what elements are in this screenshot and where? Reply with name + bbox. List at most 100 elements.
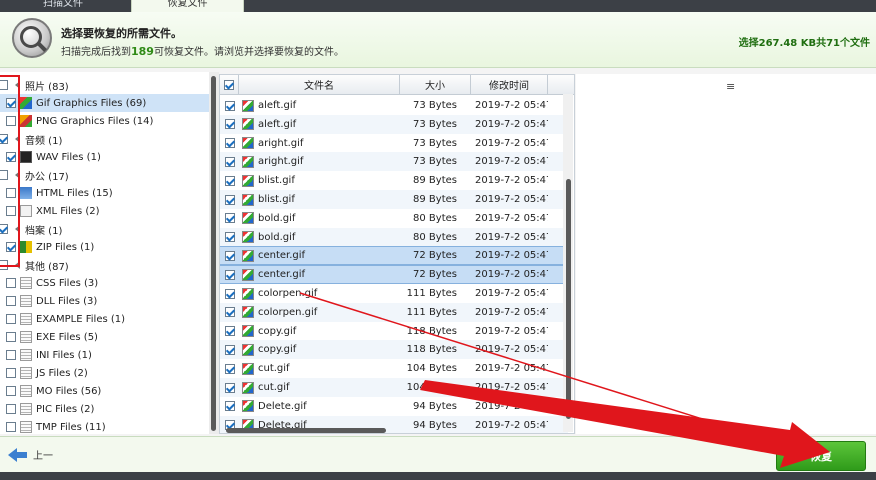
file-row-checkbox-cell[interactable] bbox=[220, 138, 239, 149]
file-row-checkbox[interactable] bbox=[224, 288, 235, 299]
file-row-checkbox[interactable] bbox=[224, 401, 235, 412]
file-row-checkbox[interactable] bbox=[224, 213, 235, 224]
zip-file-icon bbox=[20, 241, 32, 253]
file-row-checkbox-cell[interactable] bbox=[220, 100, 239, 111]
file-row-checkbox-cell[interactable] bbox=[220, 382, 239, 393]
file-row-checkbox-cell[interactable] bbox=[220, 307, 239, 318]
file-row[interactable]: blist.gif 89 Bytes 2019-7-2 05:47:36 bbox=[220, 190, 568, 209]
tree-category-row[interactable]: 照片 (83) bbox=[0, 76, 210, 94]
tree-checkbox[interactable] bbox=[6, 368, 16, 378]
tree-filetype-row[interactable]: WAV Files (1) bbox=[0, 148, 210, 166]
file-row-checkbox-cell[interactable] bbox=[220, 232, 239, 243]
tree-filetype-row[interactable]: TMP Files (11) bbox=[0, 418, 210, 434]
recover-button[interactable]: 恢复 bbox=[776, 441, 866, 471]
column-header-name[interactable]: 文件名 bbox=[239, 75, 400, 94]
file-row[interactable]: aleft.gif 73 Bytes 2019-7-2 05:47:35 bbox=[220, 96, 568, 115]
file-row-checkbox[interactable] bbox=[224, 326, 235, 337]
file-row-checkbox[interactable] bbox=[224, 250, 235, 261]
tree-checkbox[interactable] bbox=[6, 314, 16, 324]
file-row-checkbox[interactable] bbox=[224, 232, 235, 243]
file-modified: 2019-7-2 05:47:35 bbox=[475, 400, 548, 412]
file-list-horizontal-scrollbar[interactable] bbox=[226, 428, 386, 433]
file-row-checkbox[interactable] bbox=[224, 175, 235, 186]
file-row-checkbox[interactable] bbox=[224, 382, 235, 393]
tree-filetype-row[interactable]: PIC Files (2) bbox=[0, 400, 210, 418]
file-row[interactable]: colorpen.gif 111 Bytes 2019-7-2 05:47:36 bbox=[220, 302, 568, 322]
tab-recover-files[interactable]: 恢复文件 bbox=[131, 0, 244, 12]
file-row[interactable]: cut.gif 104 Bytes 2019-7-2 05:47:35 bbox=[220, 359, 568, 378]
file-row-checkbox-cell[interactable] bbox=[220, 401, 239, 412]
tree-filetype-row[interactable]: Gif Graphics Files (69) bbox=[0, 94, 210, 112]
tree-filetype-row[interactable]: INI Files (1) bbox=[0, 346, 210, 364]
header-select-all[interactable] bbox=[220, 75, 239, 94]
file-list-scrollbar[interactable] bbox=[563, 94, 573, 432]
file-row-checkbox[interactable] bbox=[224, 138, 235, 149]
tree-category-row[interactable]: 办公 (17) bbox=[0, 166, 210, 184]
tree-scrollbar-thumb[interactable] bbox=[211, 76, 216, 431]
file-row[interactable]: copy.gif 118 Bytes 2019-7-2 05:47:35 bbox=[220, 322, 568, 341]
file-row-checkbox[interactable] bbox=[224, 307, 235, 318]
file-list-scrollbar-thumb[interactable] bbox=[566, 179, 571, 419]
column-header-modified[interactable]: 修改时间 bbox=[471, 75, 548, 94]
preview-align-icon[interactable]: ≡ bbox=[726, 80, 736, 93]
file-row-checkbox[interactable] bbox=[224, 269, 235, 280]
file-row-checkbox[interactable] bbox=[224, 119, 235, 130]
file-row[interactable]: bold.gif 80 Bytes 2019-7-2 05:47:35 bbox=[220, 209, 568, 228]
tree-category-row[interactable]: 音频 (1) bbox=[0, 130, 210, 148]
file-row-checkbox-cell[interactable] bbox=[220, 175, 239, 186]
file-row-checkbox-cell[interactable] bbox=[220, 213, 239, 224]
tree-checkbox[interactable] bbox=[6, 350, 16, 360]
file-row[interactable]: center.gif 72 Bytes 2019-7-2 05:47:35 bbox=[220, 246, 568, 266]
file-row-checkbox[interactable] bbox=[224, 194, 235, 205]
back-button[interactable]: 上一 bbox=[8, 447, 53, 462]
file-row[interactable]: aleft.gif 73 Bytes 2019-7-2 05:47:36 bbox=[220, 114, 568, 134]
tree-checkbox[interactable] bbox=[6, 278, 16, 288]
file-row[interactable]: colorpen.gif 111 Bytes 2019-7-2 05:47:35 bbox=[220, 284, 568, 303]
tree-checkbox[interactable] bbox=[6, 296, 16, 306]
tree-filetype-row[interactable]: MO Files (56) bbox=[0, 382, 210, 400]
file-row-checkbox-cell[interactable] bbox=[220, 119, 239, 130]
tree-filetype-row[interactable]: EXAMPLE Files (1) bbox=[0, 310, 210, 328]
tree-category-row[interactable]: 其他 (87) bbox=[0, 256, 210, 274]
file-row[interactable]: cut.gif 104 Bytes 2019-7-2 05:47:36 bbox=[220, 378, 568, 397]
file-row[interactable]: bold.gif 80 Bytes 2019-7-2 05:47:36 bbox=[220, 227, 568, 247]
tree-scrollbar[interactable] bbox=[209, 72, 219, 434]
tab-scan-files[interactable]: 扫描文件 bbox=[18, 0, 108, 12]
file-row-checkbox-cell[interactable] bbox=[220, 326, 239, 337]
tree-checkbox[interactable] bbox=[6, 422, 16, 432]
file-row[interactable]: copy.gif 118 Bytes 2019-7-2 05:47:36 bbox=[220, 340, 568, 360]
tree-checkbox[interactable] bbox=[6, 332, 16, 342]
tree-filetype-row[interactable]: HTML Files (15) bbox=[0, 184, 210, 202]
column-header-size[interactable]: 大小 bbox=[400, 75, 471, 94]
select-all-checkbox[interactable] bbox=[224, 79, 234, 90]
file-row-checkbox-cell[interactable] bbox=[220, 269, 239, 280]
tree-filetype-row[interactable]: CSS Files (3) bbox=[0, 274, 210, 292]
file-row-checkbox-cell[interactable] bbox=[220, 363, 239, 374]
file-row[interactable]: center.gif 72 Bytes 2019-7-2 05:47:36 bbox=[220, 265, 568, 285]
file-row[interactable]: Delete.gif 94 Bytes 2019-7-2 05:47:35 bbox=[220, 397, 568, 416]
tree-filetype-row[interactable]: DLL Files (3) bbox=[0, 292, 210, 310]
file-row[interactable]: aright.gif 73 Bytes 2019-7-2 05:47:36 bbox=[220, 152, 568, 172]
file-row-checkbox[interactable] bbox=[224, 156, 235, 167]
file-row-checkbox-cell[interactable] bbox=[220, 288, 239, 299]
tree-filetype-row[interactable]: PNG Graphics Files (14) bbox=[0, 112, 210, 130]
file-row-checkbox[interactable] bbox=[224, 344, 235, 355]
file-modified: 2019-7-2 05:47:35 bbox=[475, 212, 548, 224]
file-row-checkbox[interactable] bbox=[224, 100, 235, 111]
file-name-cell: aright.gif bbox=[239, 137, 400, 150]
file-row-checkbox-cell[interactable] bbox=[220, 156, 239, 167]
tree-filetype-row[interactable]: JS Files (2) bbox=[0, 364, 210, 382]
tree-checkbox[interactable] bbox=[6, 404, 16, 414]
file-row[interactable]: blist.gif 89 Bytes 2019-7-2 05:47:35 bbox=[220, 171, 568, 190]
file-row-checkbox-cell[interactable] bbox=[220, 250, 239, 261]
file-row-checkbox-cell[interactable] bbox=[220, 194, 239, 205]
tree-category-row[interactable]: 档案 (1) bbox=[0, 220, 210, 238]
file-modified: 2019-7-2 05:47:36 bbox=[475, 118, 548, 130]
tree-filetype-row[interactable]: XML Files (2) bbox=[0, 202, 210, 220]
file-row[interactable]: aright.gif 73 Bytes 2019-7-2 05:47:35 bbox=[220, 134, 568, 153]
tree-filetype-row[interactable]: EXE Files (5) bbox=[0, 328, 210, 346]
tree-checkbox[interactable] bbox=[6, 386, 16, 396]
tree-filetype-row[interactable]: ZIP Files (1) bbox=[0, 238, 210, 256]
file-row-checkbox[interactable] bbox=[224, 363, 235, 374]
file-row-checkbox-cell[interactable] bbox=[220, 344, 239, 355]
